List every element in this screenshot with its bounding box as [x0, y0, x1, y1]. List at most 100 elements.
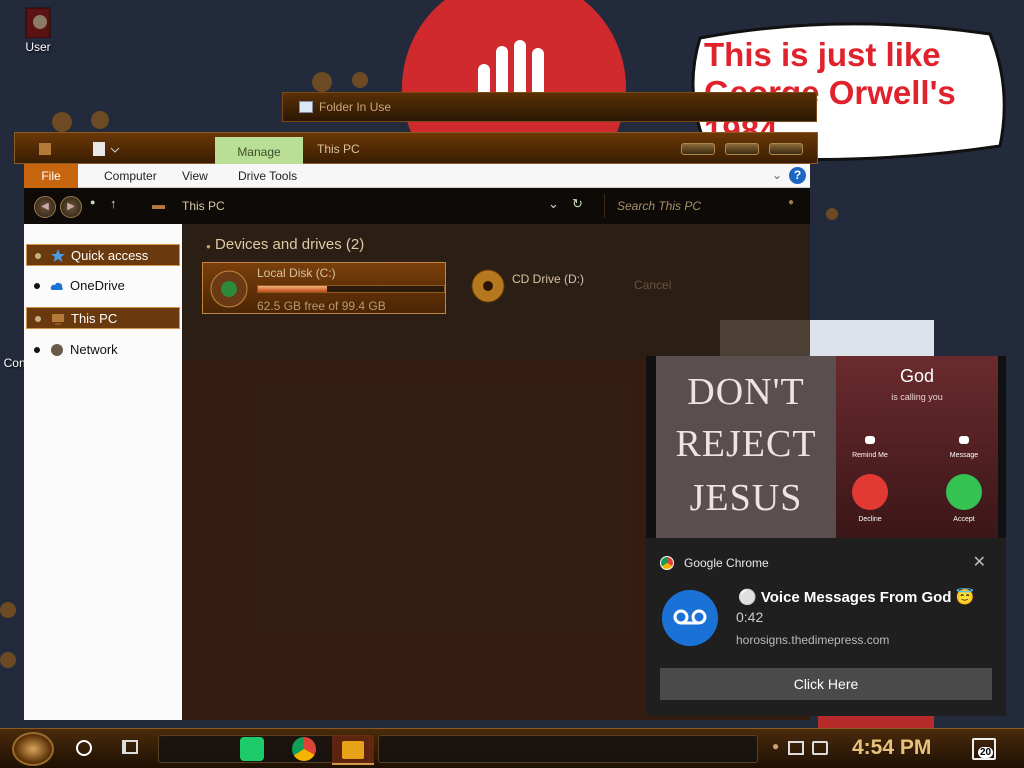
tab-file[interactable]: File — [24, 164, 78, 188]
sidebar-item-label: Network — [70, 342, 118, 357]
notification-title: ⚪ Voice Messages From God 😇 — [738, 589, 975, 606]
quick-access-toolbar[interactable] — [37, 140, 127, 158]
computer-icon — [52, 314, 64, 325]
bullet-icon — [35, 253, 41, 259]
back-button[interactable]: ◀ — [34, 196, 56, 218]
sheets-app-icon[interactable] — [240, 737, 264, 761]
maximize-button[interactable] — [725, 143, 759, 155]
desktop-icon-user[interactable]: User — [12, 6, 64, 54]
cancel-button[interactable]: Cancel — [634, 278, 671, 292]
close-button[interactable] — [769, 143, 803, 155]
drive-name: Local Disk (C:) — [257, 266, 336, 280]
task-view-icon[interactable] — [122, 740, 138, 754]
forward-button[interactable]: ▶ — [60, 196, 82, 218]
sidebar-item-label: This PC — [71, 311, 118, 326]
speech-line: This is just like — [704, 36, 941, 73]
drive-usage-bar — [257, 285, 445, 293]
tab-drive-tools[interactable]: Drive Tools — [238, 164, 297, 188]
tab-view[interactable]: View — [182, 164, 208, 188]
star-icon — [51, 249, 65, 262]
bullet-icon — [34, 283, 40, 289]
start-button[interactable] — [12, 732, 54, 766]
background-window[interactable]: Folder In Use — [282, 92, 817, 122]
promo-image[interactable]: DON'T REJECT JESUS God is calling you Re… — [646, 356, 1006, 538]
chevron-down-icon[interactable]: ⌄ — [772, 168, 782, 182]
close-icon[interactable]: ✕ — [973, 552, 986, 572]
sidebar-item-onedrive[interactable]: OneDrive — [26, 275, 180, 297]
taskbar-empty-area — [378, 735, 758, 763]
window-title: Folder In Use — [319, 100, 392, 114]
address-path[interactable]: This PC — [182, 199, 225, 213]
decline-icon — [852, 474, 888, 510]
notification-duration: 0:42 — [736, 609, 764, 625]
sidebar-item-label: Quick access — [71, 248, 149, 263]
bullet-icon: ● — [206, 242, 211, 251]
section-title: Devices and drives (2) — [215, 236, 365, 253]
bullet-icon — [34, 347, 40, 353]
tab-manage[interactable]: Manage — [215, 137, 303, 165]
hard-drive-icon — [210, 270, 248, 308]
computer-icon: ▬ — [152, 197, 165, 212]
calling-label: is calling you — [891, 392, 943, 402]
cortana-search-icon[interactable] — [76, 740, 92, 756]
minimize-button[interactable] — [681, 143, 715, 155]
notification-count-badge: 20 — [978, 747, 994, 758]
promo-text-panel: DON'T REJECT JESUS — [656, 356, 836, 538]
voicemail-icon — [662, 590, 718, 646]
cd-drive-icon[interactable] — [470, 266, 506, 306]
network-icon — [51, 344, 63, 356]
promo-line: JESUS — [689, 477, 803, 519]
chrome-notification[interactable]: Google Chrome ✕ ⚪ Voice Messages From Go… — [646, 538, 1006, 716]
ribbon-tabs: File Computer View Drive Tools ⌄ ? — [24, 164, 810, 188]
incoming-call-panel: God is calling you Remind Me Message Dec… — [836, 356, 998, 538]
recent-locations-icon[interactable]: ● — [90, 197, 95, 207]
tray-overflow-icon[interactable]: ● — [772, 739, 779, 753]
bullet-icon — [35, 316, 41, 322]
chrome-icon — [660, 556, 674, 570]
notification-app-name: Google Chrome — [684, 556, 769, 570]
system-clock[interactable]: 4:54 PM — [852, 736, 931, 760]
sidebar-item-network[interactable]: Network — [26, 339, 180, 361]
desktop-icon-label: User — [25, 40, 51, 54]
cloud-icon — [50, 282, 63, 290]
file-explorer-taskbar-button[interactable] — [332, 735, 374, 765]
sidebar-item-label: OneDrive — [70, 278, 125, 293]
decline-label: Decline — [858, 516, 882, 523]
network-tray-icon[interactable] — [788, 741, 804, 755]
drive-free-space: 62.5 GB free of 99.4 GB — [257, 299, 386, 313]
message-label: Message — [949, 452, 979, 459]
window-title: This PC — [317, 142, 360, 156]
navigation-pane: Quick access OneDrive This PC Network — [24, 224, 182, 720]
alarm-icon — [865, 436, 875, 444]
sidebar-item-quick-access[interactable]: Quick access — [26, 244, 180, 266]
notification-domain: horosigns.thedimepress.com — [736, 633, 890, 647]
message-icon — [959, 436, 969, 444]
help-button[interactable]: ? — [789, 167, 806, 184]
search-input[interactable]: Search This PC — [604, 194, 804, 218]
promo-line: DON'T — [687, 371, 805, 413]
volume-muted-icon[interactable] — [812, 741, 828, 755]
chrome-app-icon[interactable] — [292, 737, 316, 761]
tab-computer[interactable]: Computer — [104, 164, 157, 188]
up-arrow-icon[interactable]: ↑ — [110, 196, 117, 211]
folder-icon — [299, 101, 313, 113]
drive-usage-fill — [258, 286, 327, 292]
refresh-icon[interactable]: ↻ — [572, 196, 583, 212]
window-controls — [681, 143, 803, 155]
drive-name[interactable]: CD Drive (D:) — [512, 272, 584, 286]
remind-me-label: Remind Me — [852, 452, 888, 459]
promo-line: REJECT — [675, 423, 817, 465]
chevron-down-icon[interactable]: ⌄ — [548, 196, 559, 212]
sidebar-item-this-pc[interactable]: This PC — [26, 307, 180, 329]
accept-label: Accept — [953, 516, 975, 523]
accept-icon — [946, 474, 982, 510]
section-header-devices[interactable]: ● Devices and drives (2) — [206, 236, 364, 253]
taskbar: ● 4:54 PM 20 — [0, 728, 1024, 768]
title-bar[interactable]: Manage This PC — [14, 132, 818, 165]
folder-icon — [342, 741, 364, 759]
caller-name: God — [899, 366, 935, 386]
address-bar: ◀ ▶ ● ↑ ▬ This PC ⌄ ↻ Search This PC ● — [24, 188, 810, 224]
search-icon[interactable]: ● — [788, 197, 794, 208]
drive-local-disk[interactable]: Local Disk (C:) 62.5 GB free of 99.4 GB — [202, 262, 446, 314]
click-here-button[interactable]: Click Here — [660, 668, 992, 700]
